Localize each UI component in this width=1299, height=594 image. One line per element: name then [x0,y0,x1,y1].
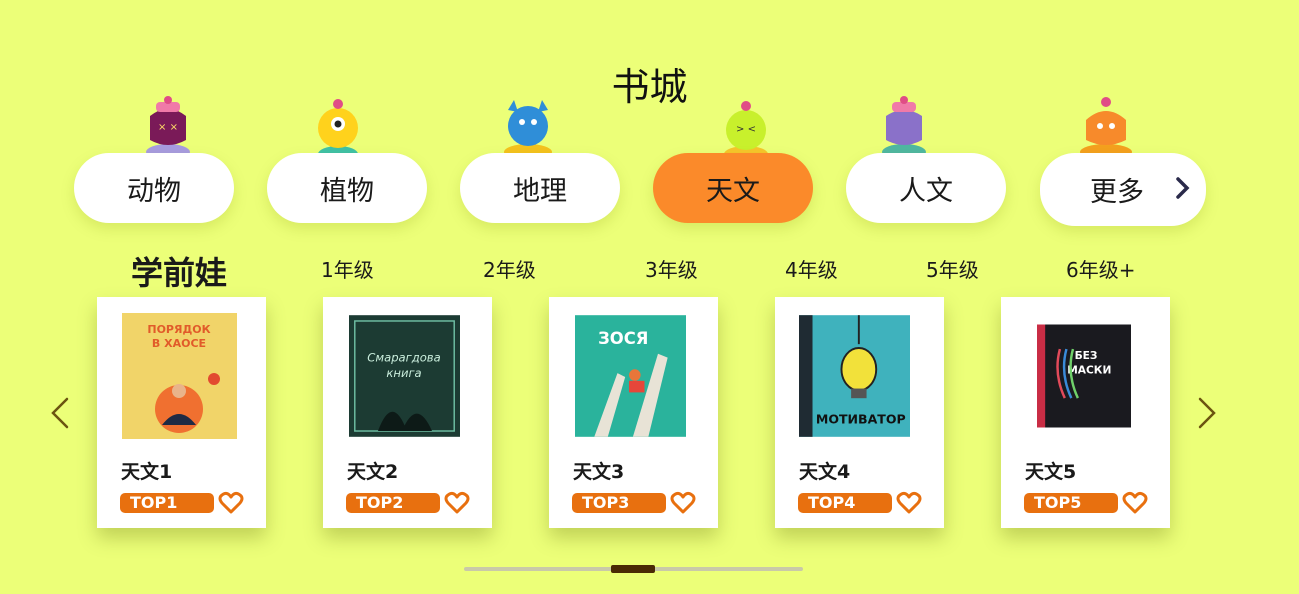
svg-text:БЕЗ: БЕЗ [1075,349,1098,362]
book-cover: МОТИВАТОР [799,315,910,437]
book-card[interactable]: БЕЗ МАСКИ 天文5 TOP5 [1001,297,1170,528]
tab-humanities[interactable]: 人文 [846,153,1006,223]
grade-2[interactable]: 2年级 [483,254,536,283]
book-title: 天文5 [1025,461,1077,483]
book-card[interactable]: ПОРЯДОК В ХАОСЕ 天文1 TOP1 [97,297,266,528]
book-cover: ПОРЯДОК В ХАОСЕ [122,313,237,439]
rank-badge: TOP4 [798,493,892,513]
book-title: 天文1 [121,461,173,483]
rank-badge: TOP1 [120,493,214,513]
tab-geography[interactable]: 地理 [460,153,620,223]
svg-text:МАСКИ: МАСКИ [1067,364,1111,377]
heart-icon[interactable] [218,491,244,515]
rank-badge: TOP2 [346,493,440,513]
heart-icon[interactable] [896,491,922,515]
mascot-green-icon: > < [724,101,768,158]
book-card[interactable]: Смарагдова книга 天文2 TOP2 [323,297,492,528]
book-title: 天文3 [573,461,625,483]
mascot-orange-icon [1080,97,1132,156]
book-card[interactable]: МОТИВАТОР 天文4 TOP4 [775,297,944,528]
book-cover: Смарагдова книга [349,315,460,437]
grade-5[interactable]: 5年级 [926,254,979,283]
chevron-right-icon [1176,177,1190,199]
heart-icon[interactable] [670,491,696,515]
mascot-violet-icon [882,96,926,156]
tab-label: 植物 [320,175,374,207]
book-cover: ЗОСЯ [575,315,686,437]
svg-text:МОТИВАТОР: МОТИВАТОР [816,411,906,426]
svg-text:× ×: × × [158,122,178,133]
grade-6-plus[interactable]: 6年级+ [1066,254,1135,283]
book-cover: БЕЗ МАСКИ [1037,324,1131,428]
book-title: 天文4 [799,461,851,483]
svg-text:Смарагдова: Смарагдова [367,351,440,365]
tab-animals[interactable]: 动物 [74,153,234,223]
tab-astronomy[interactable]: 天文 [653,153,813,223]
tab-label: 人文 [899,175,953,207]
grade-3[interactable]: 3年级 [645,254,698,283]
svg-text:В ХАОСЕ: В ХАОСЕ [152,337,206,350]
mascot-yellow-icon [318,99,358,158]
rank-badge: TOP3 [572,493,666,513]
book-title: 天文2 [347,461,399,483]
tab-label: 地理 [513,175,567,207]
book-card[interactable]: ЗОСЯ 天文3 TOP3 [549,297,718,528]
grade-preschool[interactable]: 学前娃 [131,248,227,294]
rank-badge: TOP5 [1024,493,1118,513]
svg-text:книга: книга [386,366,421,380]
chevron-left-icon[interactable] [47,396,73,430]
tab-more[interactable]: 更多 [1040,153,1206,226]
grade-4[interactable]: 4年级 [785,254,838,283]
svg-text:> <: > < [736,124,756,135]
mascot-purple-icon: × × [146,96,190,156]
tab-plants[interactable]: 植物 [267,153,427,223]
tab-label: 更多 [1090,177,1144,208]
svg-text:ПОРЯДОК: ПОРЯДОК [147,323,210,336]
chevron-right-icon[interactable] [1194,396,1220,430]
tab-label: 天文 [706,175,760,207]
mascot-blue-icon [504,100,552,156]
carousel-scrollbar[interactable] [464,565,803,573]
tab-label: 动物 [127,175,181,207]
grade-1[interactable]: 1年级 [321,254,374,283]
heart-icon[interactable] [444,491,470,515]
svg-text:ЗОСЯ: ЗОСЯ [598,329,648,348]
scrollbar-thumb[interactable] [611,565,655,573]
heart-icon[interactable] [1122,491,1148,515]
